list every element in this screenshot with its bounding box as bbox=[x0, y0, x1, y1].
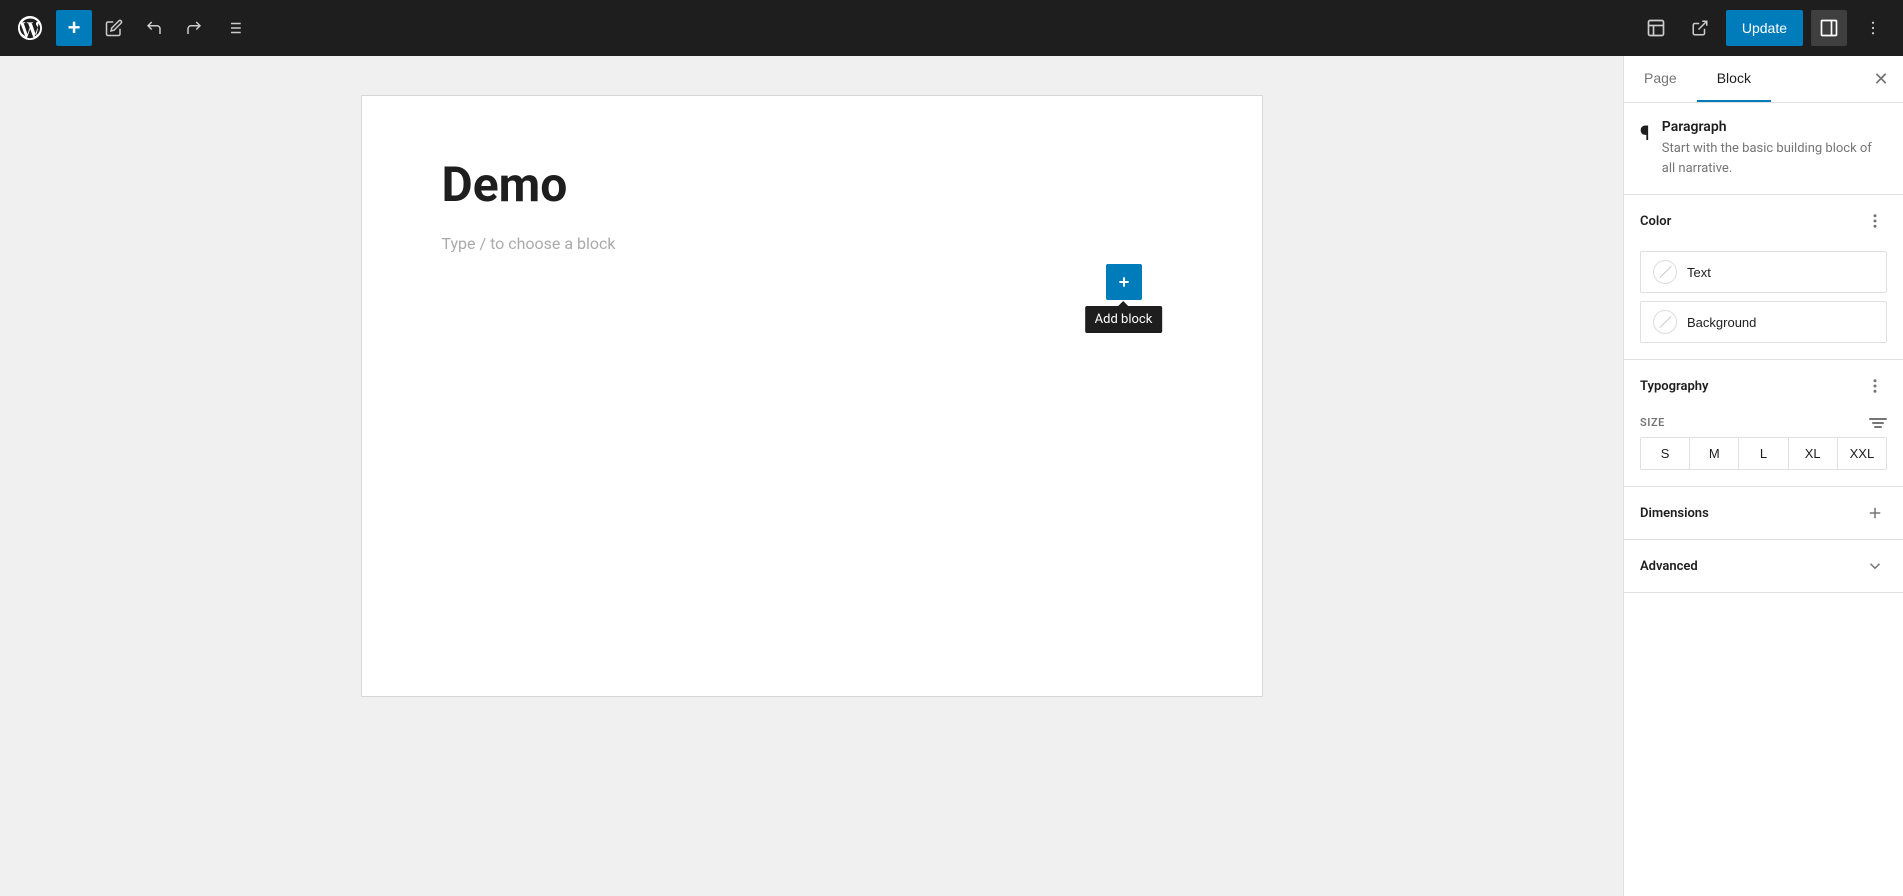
pencil-icon bbox=[105, 19, 123, 37]
block-placeholder[interactable]: Type / to choose a block bbox=[442, 234, 616, 253]
size-label-text: SIZE bbox=[1640, 416, 1665, 429]
typography-section-header[interactable]: Typography bbox=[1624, 360, 1903, 412]
color-options: Text Background bbox=[1624, 247, 1903, 359]
background-color-option[interactable]: Background bbox=[1640, 301, 1887, 343]
filter-icon bbox=[1869, 418, 1887, 428]
view-button[interactable] bbox=[1638, 10, 1674, 46]
typography-section: Typography SIZE S bbox=[1624, 360, 1903, 487]
more-options-icon bbox=[1864, 19, 1882, 37]
color-more-button[interactable] bbox=[1863, 209, 1887, 233]
advanced-section-title: Advanced bbox=[1640, 559, 1698, 574]
more-options-button[interactable] bbox=[1855, 10, 1891, 46]
filter-line-1 bbox=[1869, 418, 1887, 420]
view-post-button[interactable] bbox=[1682, 10, 1718, 46]
advanced-collapse-button[interactable] bbox=[1863, 554, 1887, 578]
size-l-button[interactable]: L bbox=[1739, 438, 1788, 469]
size-xxl-button[interactable]: XXL bbox=[1838, 438, 1886, 469]
paragraph-icon: ¶ bbox=[1640, 121, 1650, 145]
undo-icon bbox=[145, 19, 163, 37]
typography-section-title: Typography bbox=[1640, 379, 1709, 394]
redo-button[interactable] bbox=[176, 10, 212, 46]
editor-canvas: Demo Type / to choose a block Add block bbox=[362, 96, 1262, 696]
plus-icon bbox=[1116, 274, 1132, 290]
toolbar-right: Update bbox=[1638, 10, 1891, 46]
text-color-circle bbox=[1653, 260, 1677, 284]
editor-area[interactable]: Demo Type / to choose a block Add block bbox=[0, 56, 1623, 896]
dimensions-section-title: Dimensions bbox=[1640, 506, 1709, 521]
paragraph-info: ¶ Paragraph Start with the basic buildin… bbox=[1624, 103, 1903, 195]
color-section-title: Color bbox=[1640, 214, 1671, 229]
chevron-down-icon bbox=[1866, 557, 1884, 575]
size-m-button[interactable]: M bbox=[1690, 438, 1739, 469]
external-link-icon bbox=[1691, 19, 1709, 37]
page-title[interactable]: Demo bbox=[442, 156, 1182, 214]
add-block-tooltip: Add block bbox=[1085, 306, 1163, 333]
sidebar-icon bbox=[1819, 18, 1839, 38]
list-icon bbox=[225, 19, 243, 37]
sidebar: Page Block ✕ ¶ Paragraph Start with the … bbox=[1623, 56, 1903, 896]
text-color-option[interactable]: Text bbox=[1640, 251, 1887, 293]
add-block-button[interactable] bbox=[1106, 264, 1142, 300]
advanced-section-header[interactable]: Advanced bbox=[1624, 540, 1903, 592]
paragraph-title: Paragraph bbox=[1662, 119, 1887, 135]
sidebar-tabs: Page Block ✕ bbox=[1624, 56, 1903, 103]
main-layout: Demo Type / to choose a block Add block … bbox=[0, 56, 1903, 896]
size-xl-button[interactable]: XL bbox=[1789, 438, 1838, 469]
typography-more-button[interactable] bbox=[1863, 374, 1887, 398]
redo-icon bbox=[185, 19, 203, 37]
plus-circle-icon bbox=[1866, 504, 1884, 522]
size-label-row: SIZE bbox=[1640, 416, 1887, 429]
tab-page[interactable]: Page bbox=[1624, 56, 1697, 102]
top-toolbar: + bbox=[0, 0, 1903, 56]
sidebar-toggle-button[interactable] bbox=[1811, 10, 1847, 46]
typography-more-icon bbox=[1866, 377, 1884, 395]
paragraph-text: Paragraph Start with the basic building … bbox=[1662, 119, 1887, 178]
undo-button[interactable] bbox=[136, 10, 172, 46]
color-section-header[interactable]: Color bbox=[1624, 195, 1903, 247]
document-overview-button[interactable] bbox=[216, 10, 252, 46]
dimensions-section-header[interactable]: Dimensions bbox=[1624, 487, 1903, 539]
filter-line-2 bbox=[1872, 422, 1885, 424]
text-color-label: Text bbox=[1687, 265, 1711, 280]
filter-line-3 bbox=[1874, 426, 1881, 428]
size-grid: S M L XL XXL bbox=[1640, 437, 1887, 470]
dimensions-add-button[interactable] bbox=[1863, 501, 1887, 525]
add-block-toolbar-button[interactable]: + bbox=[56, 10, 92, 46]
update-button[interactable]: Update bbox=[1726, 10, 1803, 46]
size-s-button[interactable]: S bbox=[1641, 438, 1690, 469]
close-sidebar-button[interactable]: ✕ bbox=[1863, 61, 1899, 97]
advanced-section: Advanced bbox=[1624, 540, 1903, 593]
color-section: Color Text Background bbox=[1624, 195, 1903, 360]
view-icon bbox=[1646, 18, 1666, 38]
more-vertical-icon bbox=[1866, 212, 1884, 230]
paragraph-description: Start with the basic building block of a… bbox=[1662, 139, 1887, 178]
wp-logo bbox=[12, 10, 48, 46]
dimensions-section: Dimensions bbox=[1624, 487, 1903, 540]
background-color-circle bbox=[1653, 310, 1677, 334]
tools-button[interactable] bbox=[96, 10, 132, 46]
add-block-container: Add block bbox=[1106, 264, 1142, 300]
typography-content: SIZE S M L XL XXL bbox=[1624, 412, 1903, 486]
wordpress-logo-icon bbox=[18, 16, 42, 40]
background-color-label: Background bbox=[1687, 315, 1756, 330]
tab-block[interactable]: Block bbox=[1697, 56, 1771, 102]
